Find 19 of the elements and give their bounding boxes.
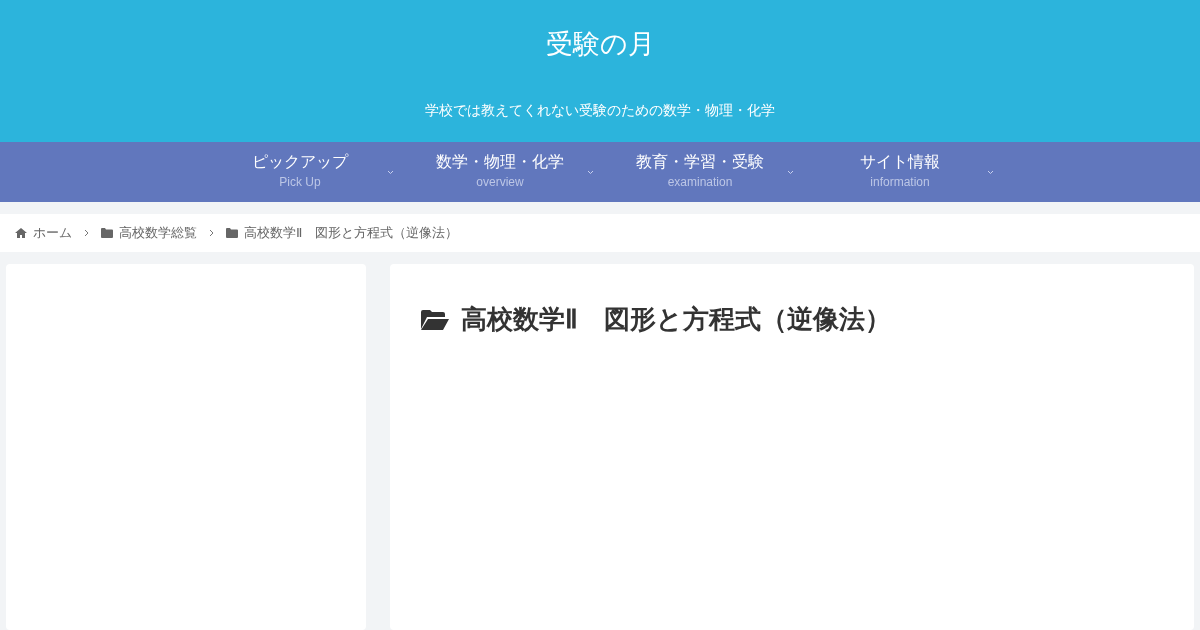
nav-item[interactable]: 教育・学習・受験 examination [600,142,800,202]
folder-icon [226,228,238,238]
nav-item[interactable]: サイト情報 information [800,142,1000,202]
home-icon [15,228,27,238]
nav-item[interactable]: ピックアップ Pick Up [200,142,400,202]
nav-item[interactable]: 数学・物理・化学 overview [400,142,600,202]
chevron-right-icon [84,229,89,237]
chevron-right-icon [209,229,214,237]
chevron-down-icon [387,170,394,175]
chevron-down-icon [787,170,794,175]
page-title: 高校数学Ⅱ 図形と方程式（逆像法） [461,303,891,336]
folder-icon [421,308,449,331]
site-title[interactable]: 受験の月 [545,26,655,62]
breadcrumb-link[interactable]: 高校数学総覧 [119,223,197,243]
folder-icon [101,228,113,238]
chevron-down-icon [587,170,594,175]
chevron-down-icon [987,170,994,175]
site-tagline: 学校では教えてくれない受験のための数学・物理・化学 [425,101,775,120]
breadcrumb-link[interactable]: ホーム [33,223,72,243]
